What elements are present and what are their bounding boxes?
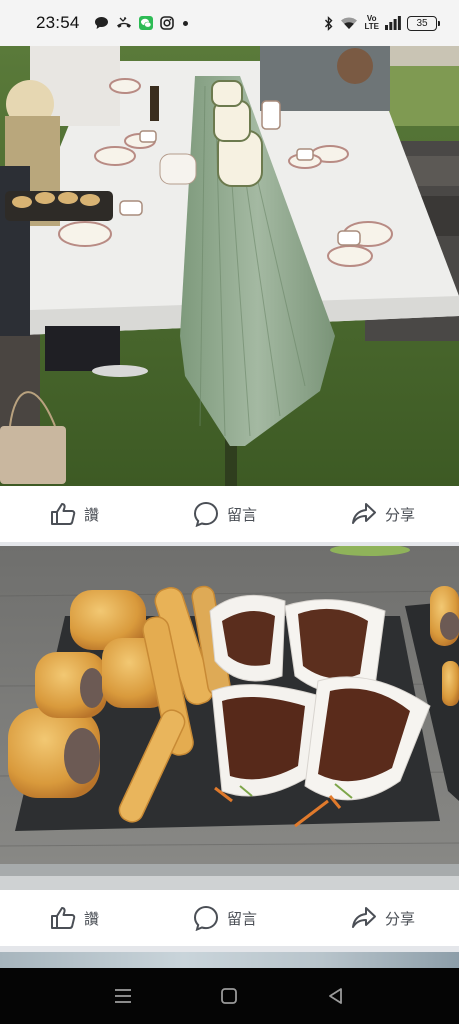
battery-level: 35 — [416, 17, 428, 29]
back-button[interactable] — [316, 976, 356, 1016]
like-button[interactable]: 讚 — [50, 906, 99, 930]
thumbs-up-icon — [50, 502, 76, 526]
like-button[interactable]: 讚 — [50, 502, 99, 526]
comment-label: 留言 — [226, 506, 257, 524]
thumbs-up-icon — [50, 906, 76, 930]
share-label: 分享 — [384, 910, 415, 928]
share-button[interactable]: 分享 — [351, 906, 415, 930]
notification-dot — [182, 20, 188, 26]
volte-icon: Vo LTE — [364, 14, 379, 31]
comment-label: 留言 — [226, 910, 257, 928]
wifi-icon — [340, 16, 358, 30]
instagram-icon — [159, 16, 174, 30]
signal-icon — [385, 16, 401, 30]
recent-apps-icon — [114, 988, 132, 1004]
status-bar: 23:54 Vo LTE 35 — [0, 0, 459, 46]
share-label: 分享 — [384, 506, 415, 524]
wechat-icon — [138, 16, 153, 30]
next-post-photo-edge[interactable] — [0, 952, 459, 968]
recent-apps-button[interactable] — [103, 976, 143, 1016]
share-arrow-icon — [351, 502, 377, 526]
comment-button[interactable]: 留言 — [193, 501, 257, 527]
post-photo-food-slate[interactable] — [0, 546, 459, 890]
chat-bubble-icon — [94, 16, 109, 30]
share-button[interactable]: 分享 — [351, 502, 415, 526]
like-label: 讚 — [84, 910, 100, 928]
share-arrow-icon — [351, 906, 377, 930]
post-actions-2: 讚 留言 分享 — [0, 890, 459, 946]
speech-bubble-icon — [193, 905, 219, 931]
post-photo-tea-table[interactable] — [0, 46, 459, 486]
like-label: 讚 — [84, 506, 100, 524]
post-actions-1: 讚 留言 分享 — [0, 486, 459, 542]
battery-icon: 35 — [407, 15, 440, 31]
missed-call-icon — [116, 16, 132, 30]
bluetooth-icon — [324, 15, 334, 31]
system-icons: Vo LTE 35 — [324, 14, 440, 31]
navigation-bar — [0, 968, 459, 1024]
back-icon — [327, 987, 345, 1005]
notification-icons — [94, 16, 188, 30]
comment-button[interactable]: 留言 — [193, 905, 257, 931]
speech-bubble-icon — [193, 501, 219, 527]
home-button[interactable] — [209, 976, 249, 1016]
home-icon — [220, 987, 238, 1005]
status-time: 23:54 — [36, 13, 80, 32]
